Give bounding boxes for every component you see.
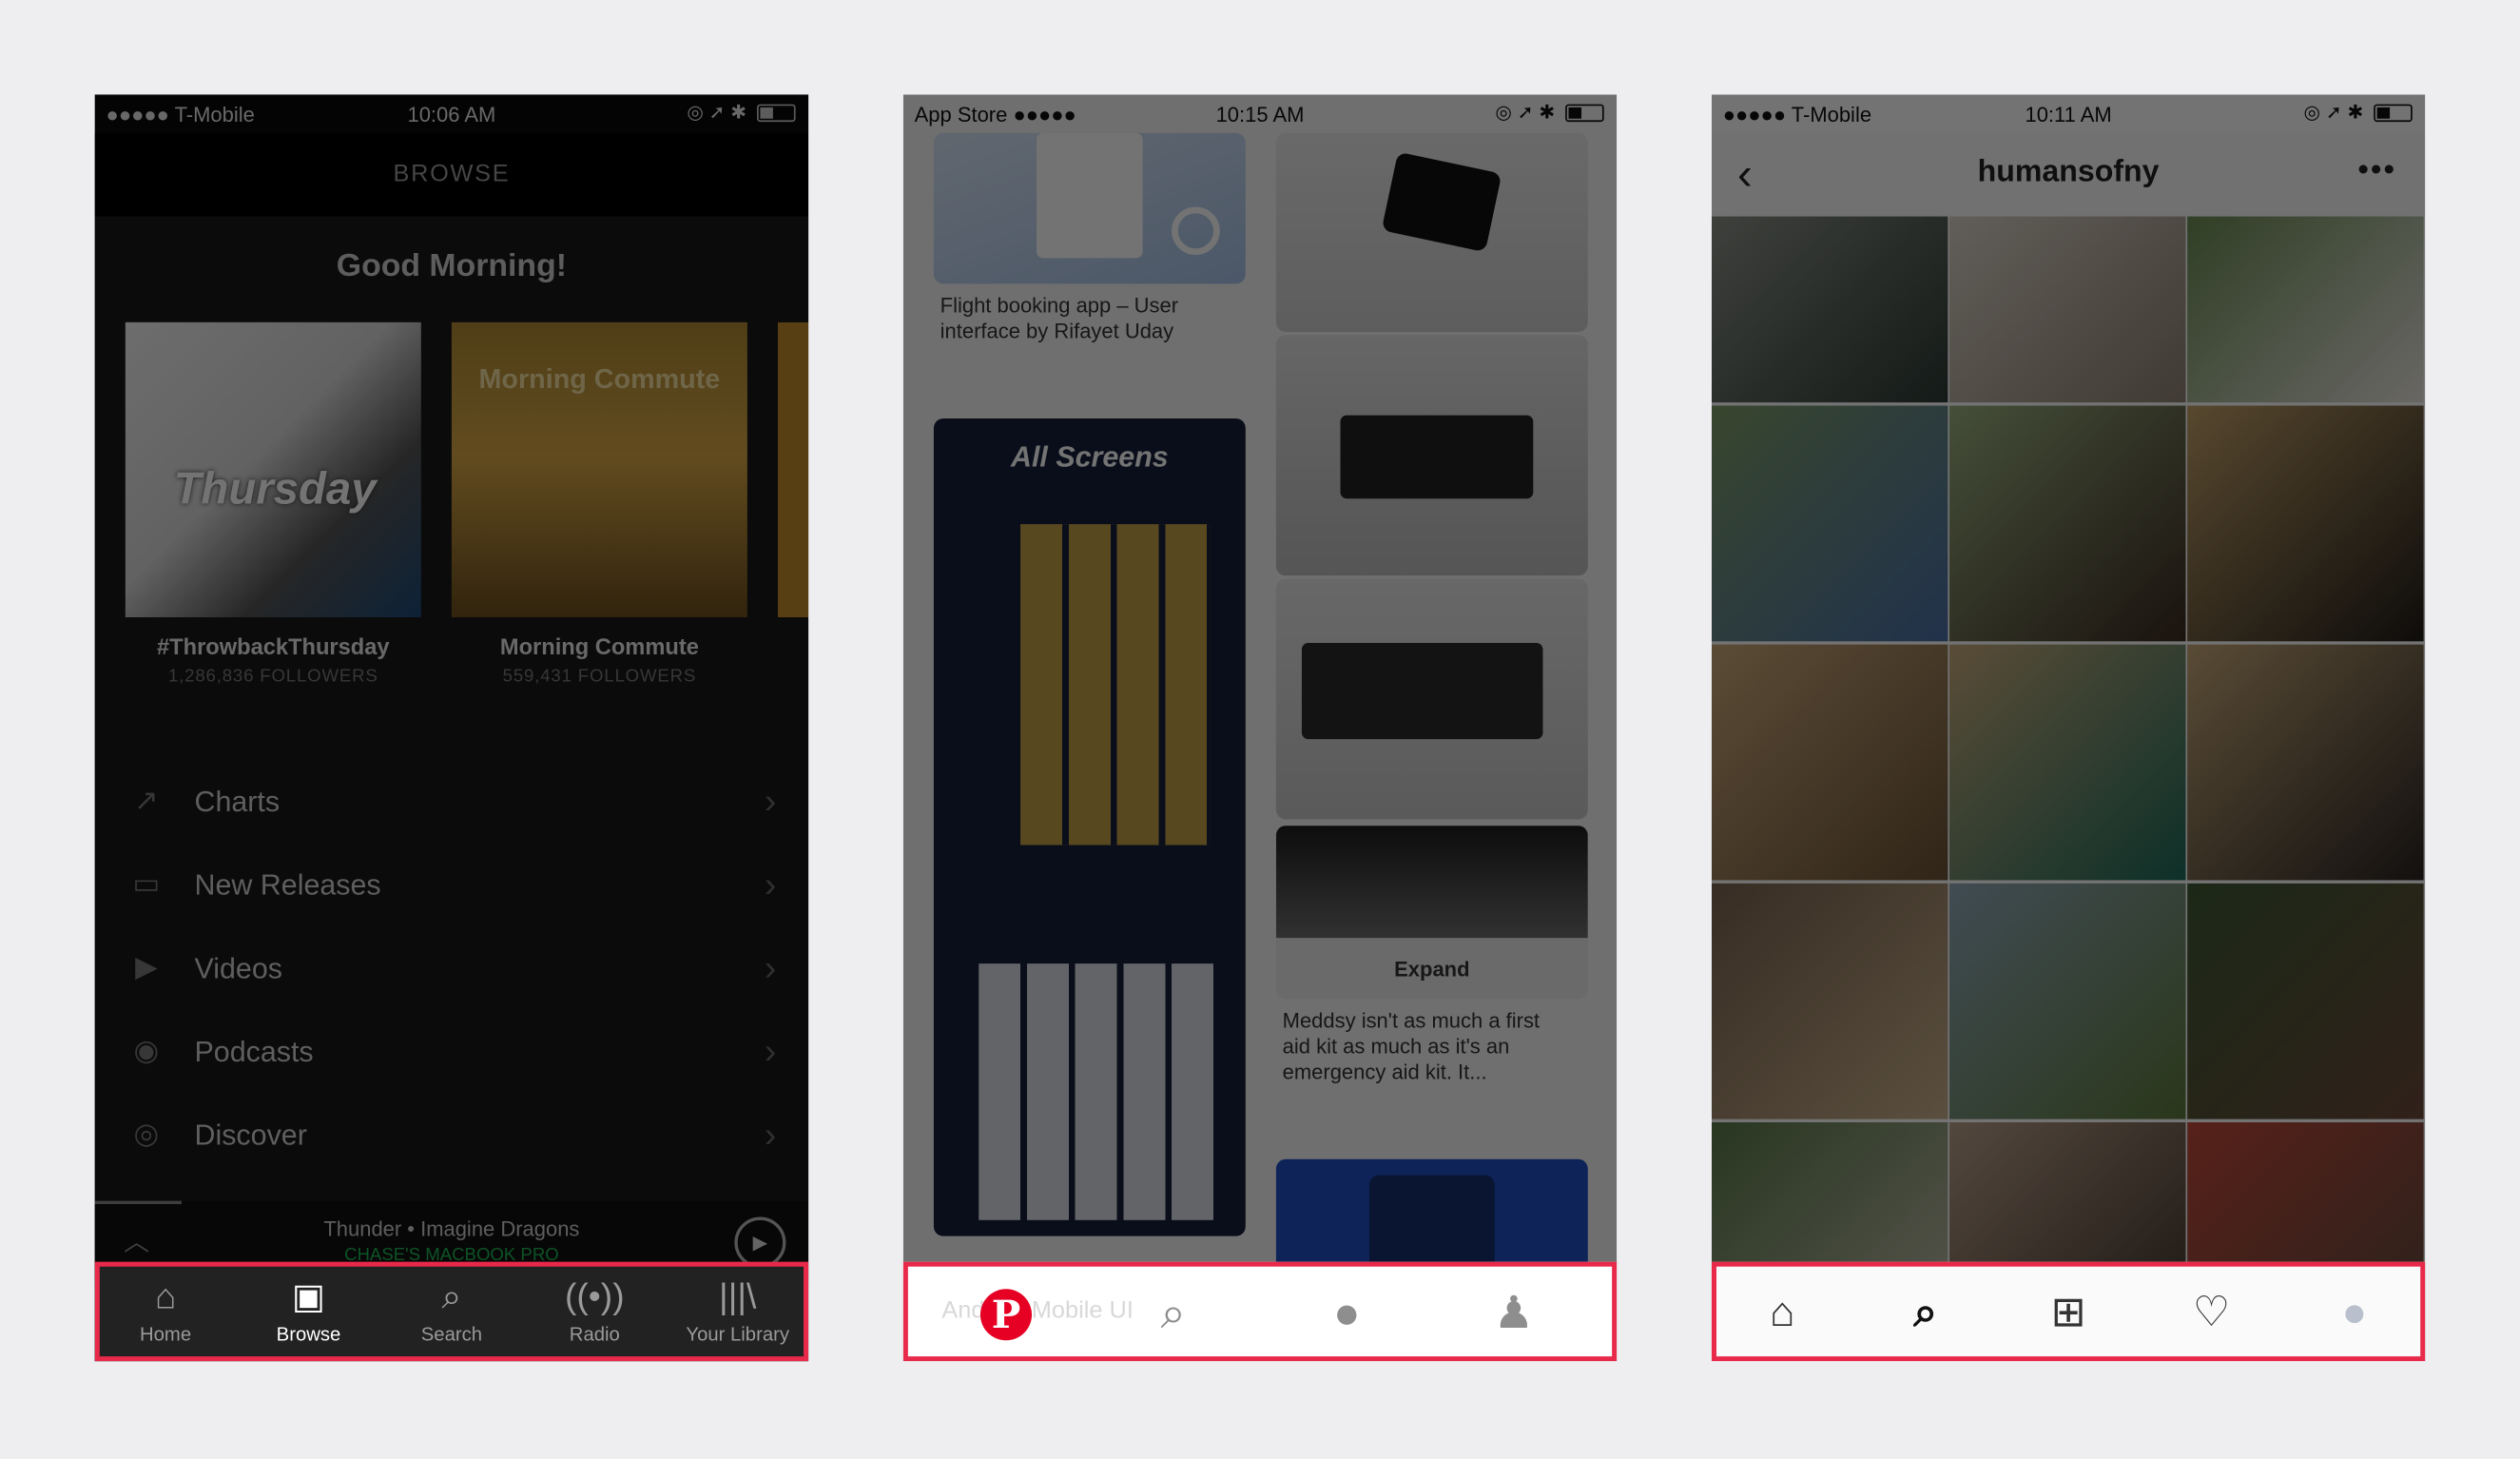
- chevron-right-icon: ›: [764, 864, 777, 905]
- circle-icon: [1172, 206, 1220, 256]
- screens-grid: [979, 963, 1213, 1220]
- playlist-card-partial[interactable]: [777, 321, 809, 617]
- photo-thumbnail[interactable]: [2187, 405, 2424, 642]
- discover-icon: ◎: [133, 1117, 160, 1150]
- photo-thumbnail[interactable]: [1949, 405, 2186, 642]
- greeting: Good Morning!: [336, 248, 567, 284]
- status-bar: App Store ●●●●● 10:15 AM ◎ ➚ ✱: [903, 94, 1617, 132]
- expand-label[interactable]: Expand: [1276, 957, 1588, 981]
- playlist-card[interactable]: Thursday #ThrowbackThursday 1,286,836 FO…: [125, 321, 421, 687]
- now-playing-song: Thunder • Imagine Dragons: [323, 1216, 580, 1241]
- comparison-canvas: ●●●●● T-Mobile 10:06 AM ◎ ➚ ✱ BROWSE Goo…: [0, 0, 2520, 1459]
- product-image: [1381, 151, 1502, 253]
- tab-bar-highlight: [94, 1261, 809, 1362]
- instagram-screen: ●●●●● T-Mobile 10:11 AM ◎ ➚ ✱ ‹ humansof…: [1711, 94, 2426, 1362]
- chevron-right-icon: ›: [764, 1114, 777, 1155]
- battery-icon: [1565, 105, 1604, 123]
- calendar-icon: ▭: [132, 866, 161, 900]
- pin-image: [1037, 132, 1143, 259]
- chevron-right-icon: ›: [764, 1030, 777, 1072]
- photo-thumbnail[interactable]: [1711, 644, 1948, 881]
- list-item-videos[interactable]: ▶ Videos ›: [95, 928, 808, 1012]
- status-bar: ●●●●● T-Mobile 10:11 AM ◎ ➚ ✱: [1712, 94, 2425, 132]
- pin-meddsy[interactable]: [1275, 132, 1588, 332]
- status-icons: ◎ ➚ ✱: [1495, 101, 1604, 124]
- status-icons: ◎ ➚ ✱: [2304, 101, 2413, 124]
- playlist-cover: Thursday: [125, 321, 421, 617]
- more-options-icon[interactable]: •••: [2357, 152, 2396, 189]
- playlist-title: #ThrowbackThursday: [157, 632, 390, 659]
- photo-thumbnail[interactable]: [1949, 644, 2186, 881]
- pin-meddsy-expand[interactable]: Expand: [1275, 826, 1588, 1000]
- pinterest-screen: App Store ●●●●● 10:15 AM ◎ ➚ ✱ Flight bo…: [902, 94, 1618, 1362]
- list-item-podcasts[interactable]: ◉ Podcasts ›: [95, 1012, 808, 1096]
- playlist-title: Morning Commute: [499, 632, 699, 659]
- pin-image: [1275, 335, 1588, 576]
- photo-thumbnail[interactable]: [1949, 216, 2186, 403]
- video-icon: ▶: [135, 950, 158, 983]
- profile-header: ‹ humansofny •••: [1711, 132, 2426, 217]
- list-item-new-releases[interactable]: ▭ New Releases ›: [95, 845, 808, 928]
- list-item-discover[interactable]: ◎ Discover ›: [95, 1095, 808, 1178]
- tab-bar-highlight: [902, 1261, 1618, 1362]
- photo-thumbnail[interactable]: [1711, 216, 1948, 403]
- pin-flight-app[interactable]: [933, 132, 1246, 284]
- pin-caption: Flight booking app – User interface by R…: [940, 293, 1179, 343]
- trend-icon: ↗: [134, 784, 159, 817]
- pin-caption: Meddsy isn't as much a first aid kit as …: [1282, 1008, 1541, 1084]
- status-bar: ●●●●● T-Mobile 10:06 AM ◎ ➚ ✱: [95, 94, 808, 132]
- screens-grid: [1020, 524, 1211, 846]
- status-icons: ◎ ➚ ✱: [687, 101, 796, 124]
- playlist-cover: Morning Commute: [451, 321, 747, 617]
- battery-icon: [757, 105, 796, 123]
- photo-thumbnail[interactable]: [2187, 883, 2424, 1119]
- chevron-right-icon: ›: [764, 947, 777, 988]
- page-title: BROWSE: [94, 132, 809, 217]
- browse-list: ↗ Charts › ▭ New Releases › ▶ Videos › ◉ Podcas…: [95, 762, 808, 1178]
- pin-image: [1275, 826, 1588, 939]
- photo-thumbnail[interactable]: [2187, 644, 2424, 881]
- playlist-followers: 1,286,836 FOLLOWERS: [167, 667, 378, 687]
- battery-icon: [2374, 105, 2413, 123]
- playback-progress: [94, 1200, 182, 1204]
- playlist-followers: 559,431 FOLLOWERS: [502, 667, 697, 687]
- playlist-cover: [777, 321, 809, 617]
- list-item-charts[interactable]: ↗ Charts ›: [95, 762, 808, 846]
- browse-content: Good Morning! Thursday #ThrowbackThursda…: [94, 216, 809, 1281]
- photo-thumbnail[interactable]: [1711, 883, 1948, 1119]
- username: humansofny: [1977, 155, 2160, 189]
- photo-thumbnail[interactable]: [2187, 216, 2424, 403]
- tab-bar-highlight: [1711, 1261, 2426, 1362]
- photo-thumbnail[interactable]: [1711, 405, 1948, 642]
- photo-thumbnail[interactable]: [1949, 883, 2186, 1119]
- spotify-screen: ●●●●● T-Mobile 10:06 AM ◎ ➚ ✱ BROWSE Goo…: [94, 94, 809, 1362]
- chevron-right-icon: ›: [764, 780, 777, 822]
- play-icon[interactable]: ▶: [734, 1216, 786, 1269]
- playlist-card[interactable]: Morning Commute Morning Commute 559,431 …: [451, 321, 747, 687]
- podcast-icon: ◉: [133, 1034, 160, 1066]
- pin-heading: All Screens: [1010, 440, 1169, 474]
- pin-all-screens[interactable]: All Screens: [933, 418, 1246, 1236]
- pin-image: [1275, 578, 1588, 820]
